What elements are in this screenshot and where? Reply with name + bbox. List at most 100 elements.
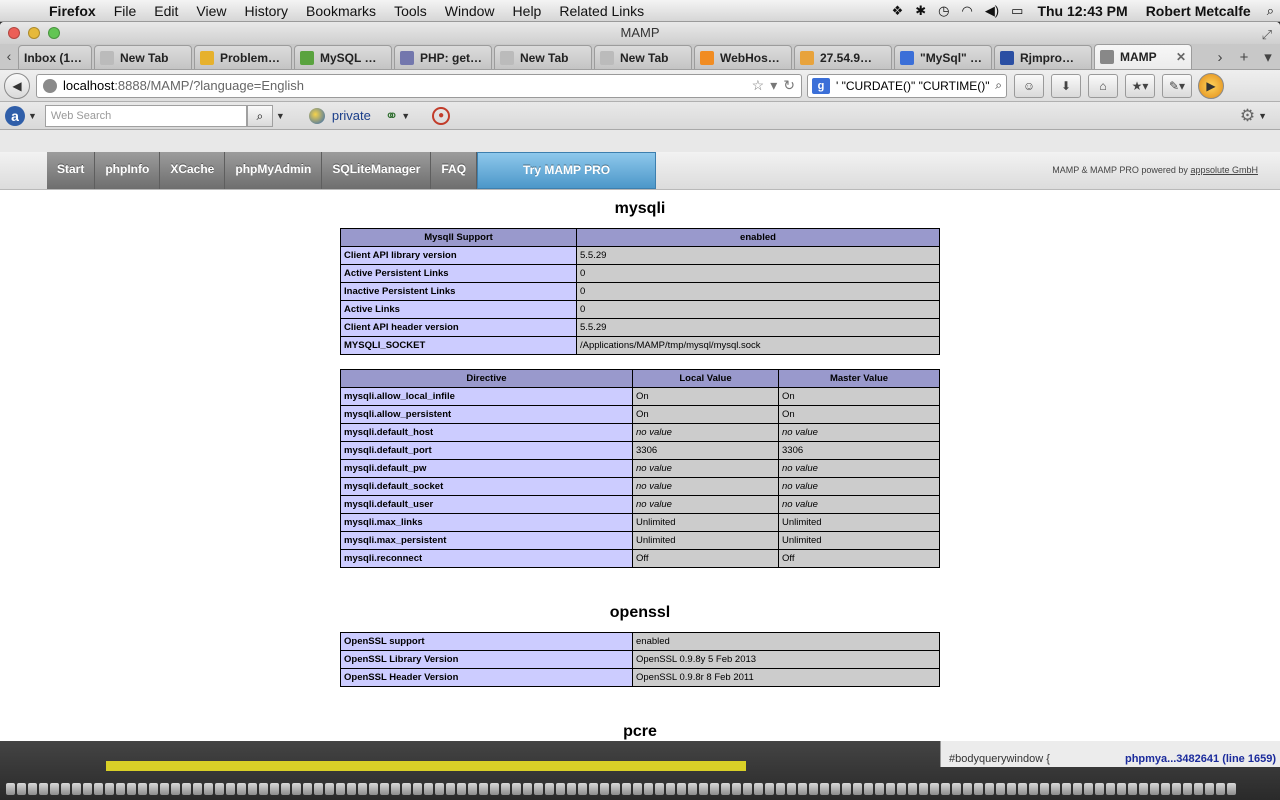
dock-app-icon[interactable]: [1194, 783, 1203, 795]
menubar-user[interactable]: Robert Metcalfe: [1136, 3, 1261, 19]
dock-app-icon[interactable]: [699, 783, 708, 795]
tabs-scroll-left-icon[interactable]: ‹: [0, 43, 18, 69]
tab-item[interactable]: PHP: get…: [394, 45, 492, 69]
dock-app-icon[interactable]: [1062, 783, 1071, 795]
dock-app-icon[interactable]: [897, 783, 906, 795]
web-search-dropdown-icon[interactable]: ▼: [276, 111, 285, 121]
dock-app-icon[interactable]: [787, 783, 796, 795]
dock-app-icon[interactable]: [127, 783, 136, 795]
bookmark-star-icon[interactable]: ☆: [752, 77, 765, 94]
dock-app-icon[interactable]: [633, 783, 642, 795]
google-engine-icon[interactable]: g: [812, 77, 830, 94]
dock-app-icon[interactable]: [1040, 783, 1049, 795]
tab-item[interactable]: "MySql" …: [894, 45, 992, 69]
dock-app-icon[interactable]: [1227, 783, 1236, 795]
dock-app-icon[interactable]: [919, 783, 928, 795]
dock-app-icon[interactable]: [380, 783, 389, 795]
dock-app-icon[interactable]: [391, 783, 400, 795]
dock-app-icon[interactable]: [556, 783, 565, 795]
dock-app-icon[interactable]: [369, 783, 378, 795]
dock-app-icon[interactable]: [1117, 783, 1126, 795]
dock-app-icon[interactable]: [732, 783, 741, 795]
dock-app-icon[interactable]: [72, 783, 81, 795]
gear-dropdown-icon[interactable]: ▼: [1258, 111, 1267, 121]
dock-app-icon[interactable]: [1095, 783, 1104, 795]
dock-app-icon[interactable]: [820, 783, 829, 795]
dock-app-icon[interactable]: [644, 783, 653, 795]
mamp-nav-faq[interactable]: FAQ: [431, 152, 478, 189]
dock-app-icon[interactable]: [138, 783, 147, 795]
dock-app-icon[interactable]: [336, 783, 345, 795]
web-search-button[interactable]: ⌕: [246, 104, 273, 127]
minimize-window-button[interactable]: [28, 27, 40, 39]
dock-app-icon[interactable]: [1161, 783, 1170, 795]
dock-app-icon[interactable]: [1007, 783, 1016, 795]
dock-app-icon[interactable]: [622, 783, 631, 795]
dock-app-icon[interactable]: [655, 783, 664, 795]
record-icon[interactable]: ●: [432, 106, 451, 125]
volume-icon[interactable]: ◀): [979, 3, 1005, 19]
menu-edit[interactable]: Edit: [145, 3, 187, 19]
dock-app-icon[interactable]: [28, 783, 37, 795]
dock-app-icon[interactable]: [1018, 783, 1027, 795]
dock-app-icon[interactable]: [237, 783, 246, 795]
dock-app-icon[interactable]: [490, 783, 499, 795]
dock-app-icon[interactable]: [886, 783, 895, 795]
url-bar[interactable]: localhost :8888/MAMP/?language=English ☆…: [36, 73, 802, 98]
dock-app-icon[interactable]: [776, 783, 785, 795]
dock-app-icon[interactable]: [424, 783, 433, 795]
back-button[interactable]: ◀: [4, 72, 30, 99]
dock-app-icon[interactable]: [798, 783, 807, 795]
tab-item[interactable]: MySQL …: [294, 45, 392, 69]
dock-app-icon[interactable]: [743, 783, 752, 795]
wifi-icon[interactable]: ◠: [955, 3, 978, 19]
dock-app-icon[interactable]: [1106, 783, 1115, 795]
dock-app-icon[interactable]: [17, 783, 26, 795]
dock-app-icon[interactable]: [996, 783, 1005, 795]
mamp-nav-phpinfo[interactable]: phpInfo: [95, 152, 161, 189]
battery-icon[interactable]: ▭: [1005, 3, 1029, 19]
menu-file[interactable]: File: [105, 3, 146, 19]
close-tab-icon[interactable]: ✕: [1172, 50, 1186, 64]
dock-app-icon[interactable]: [116, 783, 125, 795]
dock-app-icon[interactable]: [501, 783, 510, 795]
dock-app-icon[interactable]: [974, 783, 983, 795]
dock-app-icon[interactable]: [765, 783, 774, 795]
dock-app-icon[interactable]: [248, 783, 257, 795]
new-tab-icon[interactable]: +: [1232, 49, 1256, 66]
dock-app-icon[interactable]: [1216, 783, 1225, 795]
tab-item[interactable]: Rjmpro…: [994, 45, 1092, 69]
dock-app-icon[interactable]: [908, 783, 917, 795]
dock-app-icon[interactable]: [721, 783, 730, 795]
web-search-input[interactable]: Web Search: [44, 104, 247, 127]
link-icon[interactable]: ⚭: [385, 106, 398, 126]
tab-item[interactable]: Inbox (1…: [18, 45, 92, 69]
private-browsing-button[interactable]: private: [308, 107, 371, 124]
dock-app-icon[interactable]: [149, 783, 158, 795]
dock-app-icon[interactable]: [512, 783, 521, 795]
try-mamp-pro-button[interactable]: Try MAMP PRO: [477, 152, 657, 189]
downloads-icon[interactable]: ⬇: [1051, 73, 1081, 98]
dock-app-icon[interactable]: [611, 783, 620, 795]
dock-app-icon[interactable]: [182, 783, 191, 795]
site-identity-icon[interactable]: [43, 78, 57, 93]
dock-app-icon[interactable]: [754, 783, 763, 795]
menu-view[interactable]: View: [187, 3, 235, 19]
dock-app-icon[interactable]: [358, 783, 367, 795]
dock-app-icon[interactable]: [6, 783, 15, 795]
dock-app-icon[interactable]: [105, 783, 114, 795]
dock-app-icon[interactable]: [523, 783, 532, 795]
extension-icon[interactable]: ✎▾: [1162, 73, 1192, 98]
tab-item[interactable]: MAMP ✕: [1094, 44, 1192, 69]
tab-item[interactable]: New Tab: [494, 45, 592, 69]
link-dropdown-icon[interactable]: ▼: [401, 111, 410, 121]
dock-app-icon[interactable]: [1183, 783, 1192, 795]
dock-app-icon[interactable]: [1084, 783, 1093, 795]
mamp-nav-sqlitemanager[interactable]: SQLiteManager: [322, 152, 432, 189]
menu-related-links[interactable]: Related Links: [550, 3, 653, 19]
dock-app-icon[interactable]: [226, 783, 235, 795]
dock-app-icon[interactable]: [1073, 783, 1082, 795]
dock-app-icon[interactable]: [204, 783, 213, 795]
dock-app-icon[interactable]: [1172, 783, 1181, 795]
dock-app-icon[interactable]: [985, 783, 994, 795]
